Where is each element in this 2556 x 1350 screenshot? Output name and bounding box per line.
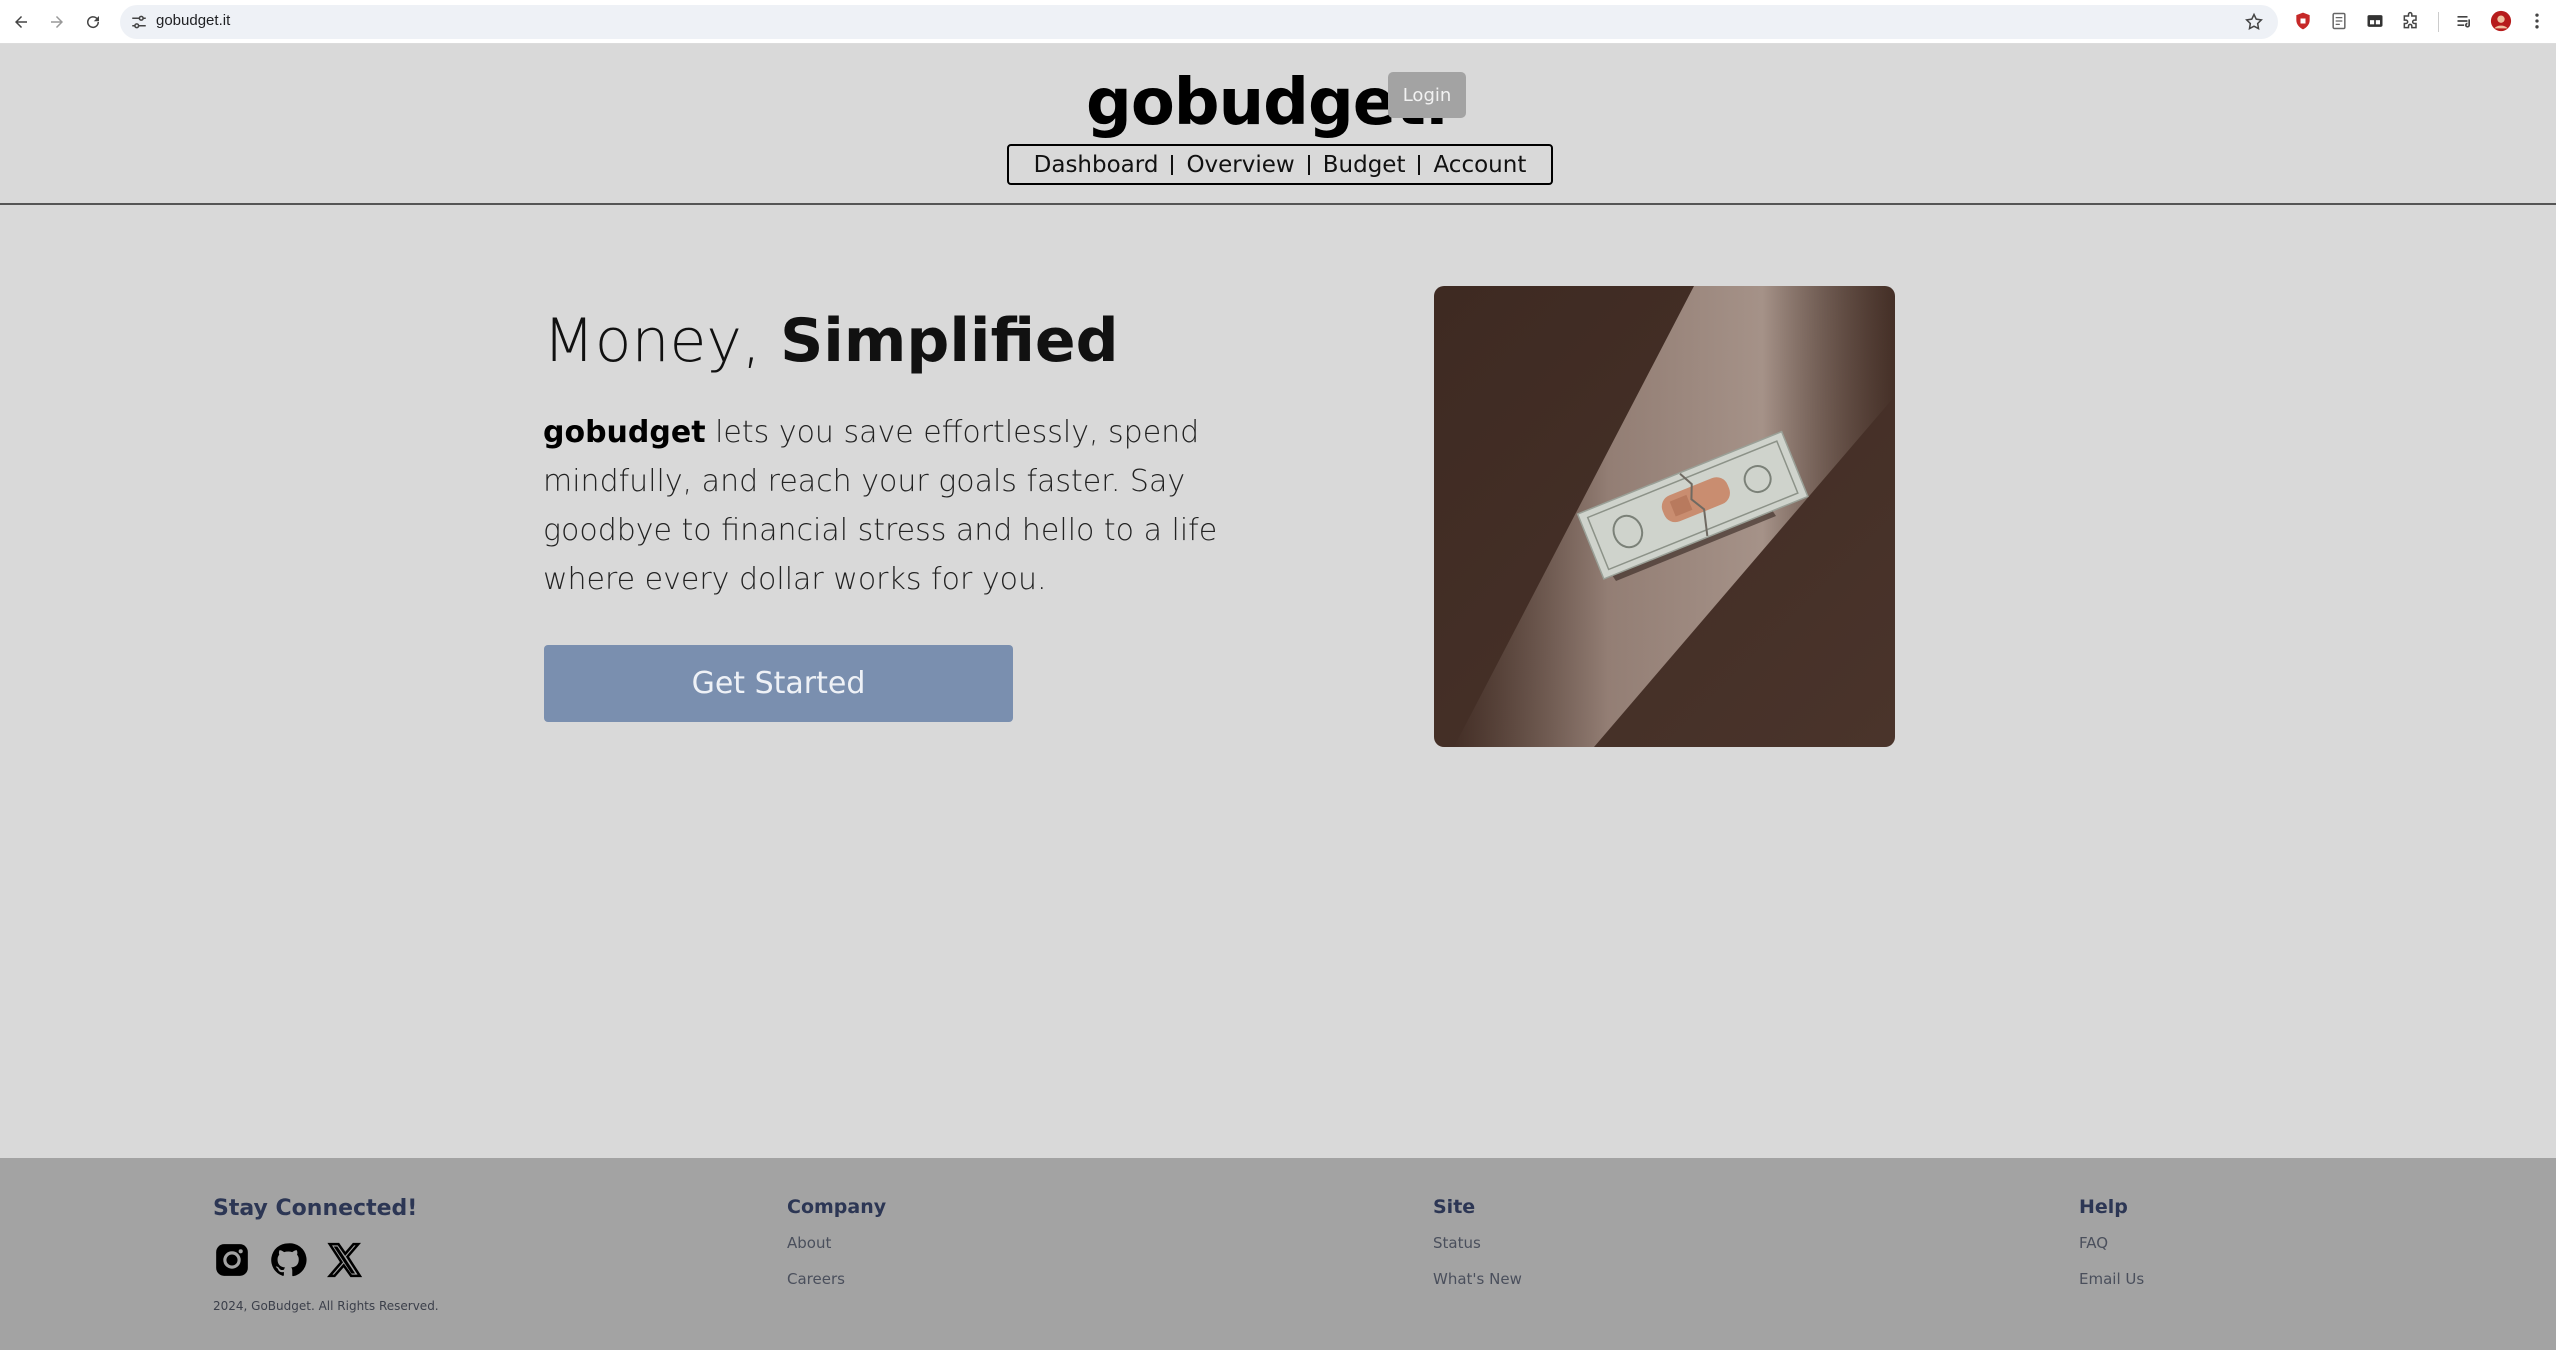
hero-description-brand: gobudget (543, 415, 706, 450)
url-text[interactable]: gobudget.it (156, 12, 230, 29)
extensions-puzzle-icon[interactable] (2400, 10, 2422, 32)
whats-new-link[interactable]: What's New (1433, 1270, 1522, 1288)
hero-title-light: Money, (543, 306, 781, 376)
copyright-text: 2024, GoBudget. All Rights Reserved. (213, 1299, 439, 1313)
main-nav: Dashboard Overview Budget Account (1007, 144, 1553, 185)
extension-tab-icon[interactable] (2364, 10, 2386, 32)
status-link[interactable]: Status (1433, 1234, 1481, 1252)
forward-icon[interactable] (44, 9, 70, 35)
menu-dots-icon[interactable] (2526, 10, 2548, 32)
faq-link[interactable]: FAQ (2079, 1234, 2108, 1252)
reload-icon[interactable] (80, 9, 106, 35)
nav-account[interactable]: Account (1420, 152, 1539, 178)
profile-avatar-icon[interactable] (2490, 10, 2512, 32)
login-button[interactable]: Login (1388, 72, 1466, 118)
nav-overview[interactable]: Overview (1173, 152, 1307, 178)
instagram-icon[interactable] (213, 1241, 251, 1279)
site-footer: Stay Connected! 2024, GoBudget. All Righ… (0, 1158, 2556, 1350)
site-header: gobudget. Login Dashboard Overview Budge… (0, 44, 2556, 205)
back-icon[interactable] (8, 9, 34, 35)
get-started-button[interactable]: Get Started (544, 645, 1013, 722)
hero-image (1434, 286, 1895, 747)
media-queue-icon[interactable] (2454, 10, 2476, 32)
email-us-link[interactable]: Email Us (2079, 1270, 2144, 1288)
x-icon[interactable] (325, 1241, 363, 1279)
help-heading: Help (2079, 1196, 2128, 1218)
bookmark-star-icon[interactable] (2244, 12, 2264, 32)
toolbar-divider (2438, 12, 2439, 32)
site-heading: Site (1433, 1196, 1476, 1218)
about-link[interactable]: About (787, 1234, 831, 1252)
site-settings-icon[interactable] (130, 13, 148, 31)
company-heading: Company (787, 1196, 887, 1218)
address-bar[interactable]: gobudget.it (120, 5, 2278, 39)
nav-budget[interactable]: Budget (1310, 152, 1419, 178)
hero-title-bold: Simplified (780, 306, 1119, 376)
extension-doc-icon[interactable] (2328, 10, 2350, 32)
hero-description: gobudget lets you save effortlessly, spe… (543, 408, 1263, 604)
careers-link[interactable]: Careers (787, 1270, 845, 1288)
github-icon[interactable] (269, 1241, 307, 1279)
hero-title: Money, Simplified (543, 306, 1119, 376)
browser-toolbar: gobudget.it (0, 0, 2556, 44)
nav-dashboard[interactable]: Dashboard (1021, 152, 1172, 178)
stay-connected-heading: Stay Connected! (213, 1196, 418, 1221)
extension-shield-icon[interactable] (2292, 10, 2314, 32)
